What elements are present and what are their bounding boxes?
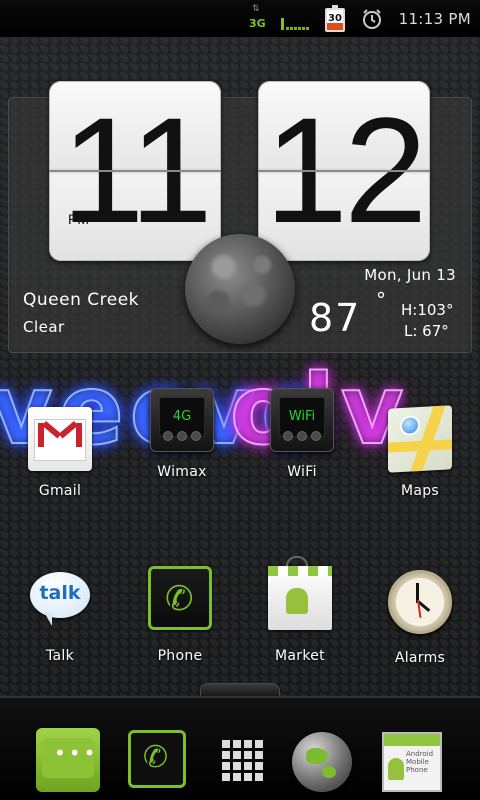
app-label: Talk [45, 648, 74, 664]
flip-clock-hours[interactable]: 11 PM [49, 81, 221, 261]
status-time: 11:13 PM [398, 10, 471, 28]
app-gmail[interactable]: Gmail [5, 407, 115, 499]
app-label: Market [275, 648, 325, 664]
data-arrows-icon: ⇅ [252, 4, 260, 14]
maps-icon [388, 405, 452, 473]
dock: ••• ✆ Android Mobile Phone [0, 696, 480, 800]
app-label: Phone [157, 648, 203, 664]
app-phone[interactable]: ✆ Phone [125, 566, 235, 664]
market-icon [268, 556, 332, 630]
app-alarms[interactable]: Alarms [365, 566, 475, 666]
app-wifi[interactable]: WiFi WiFi [247, 388, 357, 480]
app-drawer-icon[interactable] [222, 740, 263, 781]
app-label: Wimax [157, 464, 207, 480]
app-label: Alarms [394, 650, 446, 666]
network-indicator: ⇅ 3G [248, 5, 268, 33]
app-label: Gmail [38, 483, 82, 499]
talk-icon: talk [28, 572, 92, 636]
alarm-clock-icon [363, 9, 381, 29]
talk-icon-text: talk [39, 582, 81, 604]
wimax-toggle-icon: 4G [150, 388, 214, 452]
degree-symbol: ° [376, 288, 386, 312]
ampm-label: PM [68, 211, 89, 227]
status-bar[interactable]: ⇅ 3G 30 11:13 PM [0, 0, 480, 38]
phone-icon: ✆ [148, 566, 212, 630]
flip-clock-minutes[interactable]: 12 [258, 81, 430, 261]
battery-level: 30 [328, 13, 342, 24]
low-temperature: L: 67° [404, 322, 449, 340]
gmail-icon [28, 407, 92, 471]
wifi-toggle-icon: WiFi [270, 388, 334, 452]
messaging-icon[interactable]: ••• [36, 728, 100, 792]
app-talk[interactable]: talk Talk [5, 566, 115, 664]
weather-city[interactable]: Queen Creek [23, 290, 139, 310]
battery-icon: 30 [325, 5, 345, 32]
high-temperature: H:103° [401, 301, 454, 319]
dock-handle[interactable] [200, 683, 280, 697]
app-label: Maps [400, 483, 440, 499]
alarm-clock-icon [388, 570, 452, 634]
signal-bars-icon [281, 16, 309, 30]
phone-icon[interactable]: ✆ [128, 730, 186, 788]
weather-condition: Clear [23, 318, 65, 336]
network-type-label: 3G [249, 17, 266, 30]
app-maps[interactable]: Maps [365, 405, 475, 499]
widget-date: Mon, Jun 13 [364, 266, 456, 284]
flip-hinge [49, 170, 221, 172]
contacts-card-text: Android Mobile Phone [406, 750, 434, 774]
moon-icon[interactable] [185, 234, 295, 344]
app-market[interactable]: Market [245, 556, 355, 664]
app-wimax[interactable]: 4G Wimax [127, 388, 237, 480]
app-label: WiFi [287, 464, 317, 480]
contacts-card-icon[interactable]: Android Mobile Phone [382, 732, 442, 792]
browser-globe-icon[interactable] [292, 732, 352, 792]
current-temperature: 87 [309, 296, 362, 340]
flip-hinge [258, 170, 430, 172]
